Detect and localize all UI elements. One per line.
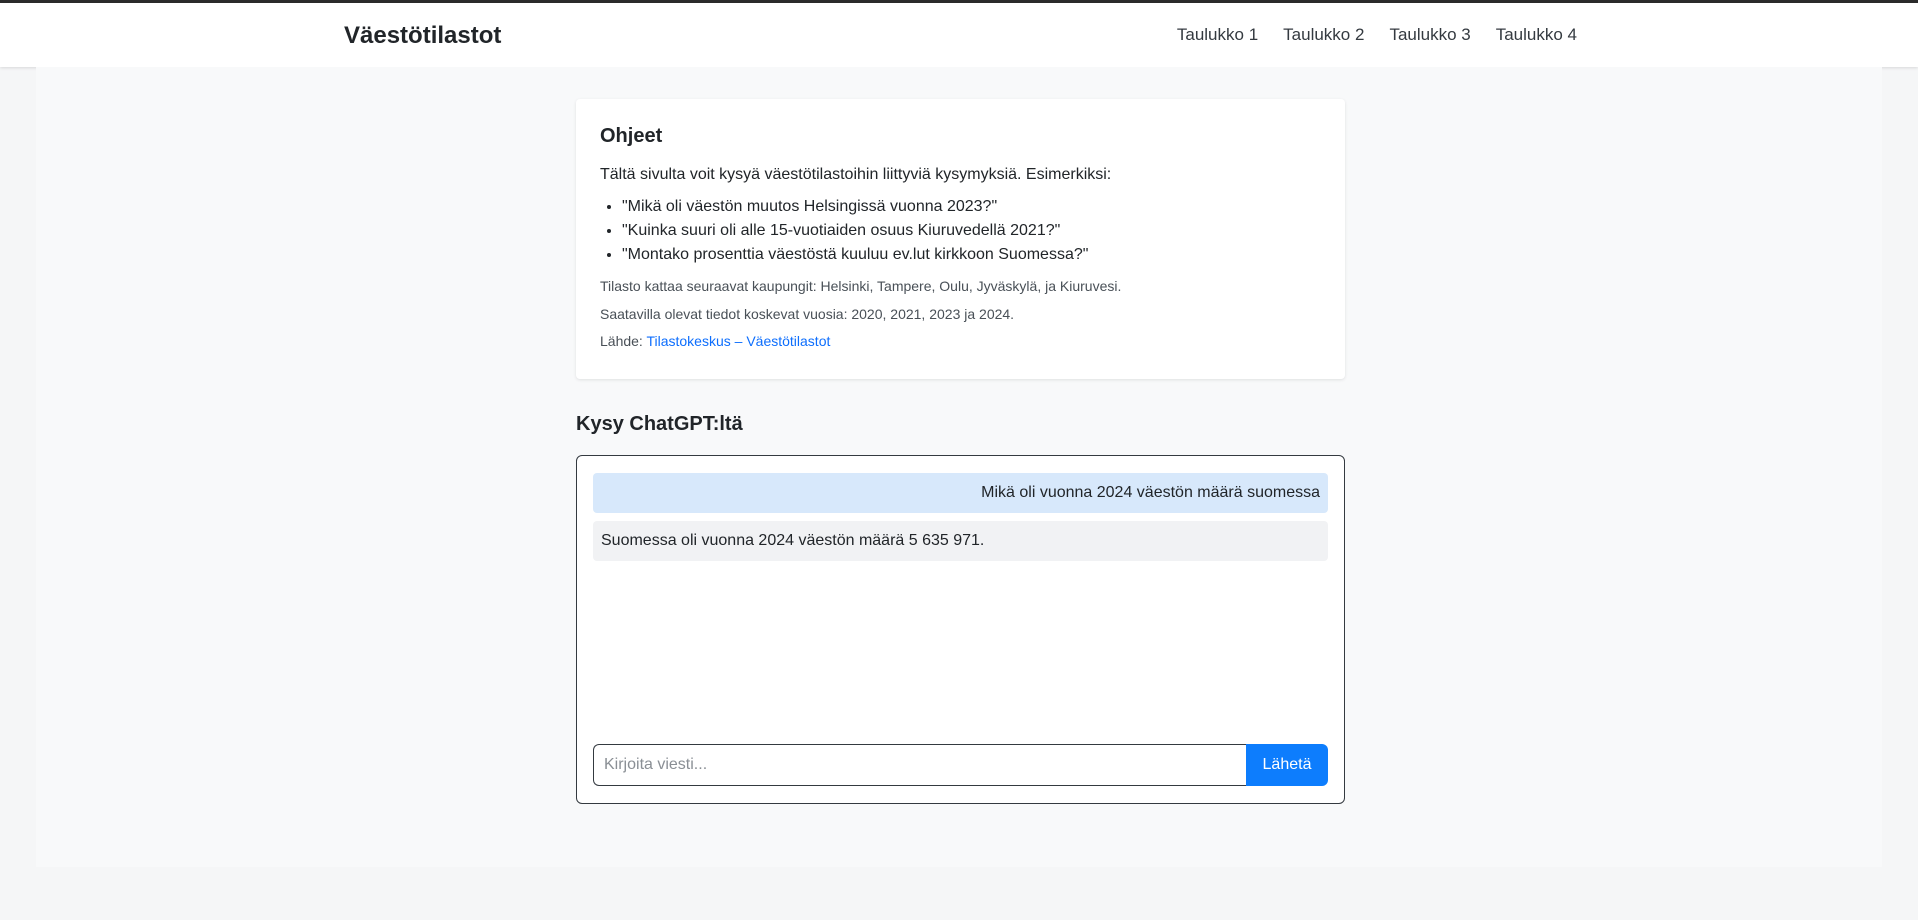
chat-title: Kysy ChatGPT:ltä bbox=[576, 413, 743, 435]
cities-note: Tilasto kattaa seuraavat kaupungit: Hels… bbox=[600, 278, 1122, 294]
chat-input-row: Lähetä bbox=[593, 744, 1328, 786]
send-button[interactable]: Lähetä bbox=[1246, 744, 1328, 786]
instructions-title: Ohjeet bbox=[600, 125, 663, 147]
example-item: "Mikä oli väestön muutos Helsingissä vuo… bbox=[622, 195, 1321, 219]
nav-links: Taulukko 1 Taulukko 2 Taulukko 3 Taulukk… bbox=[1177, 25, 1577, 45]
source-label: Lähde: bbox=[600, 333, 643, 349]
chat-box: Mikä oli vuonna 2024 väestön määrä suome… bbox=[576, 455, 1345, 804]
example-item: "Montako prosenttia väestöstä kuuluu ev.… bbox=[622, 243, 1321, 267]
nav-link-taulukko-4[interactable]: Taulukko 4 bbox=[1496, 25, 1577, 45]
instructions-intro: Tältä sivulta voit kysyä väestötilastoih… bbox=[600, 166, 1112, 183]
example-item: "Kuinka suuri oli alle 15-vuotiaiden osu… bbox=[622, 219, 1321, 243]
examples-list: "Mikä oli väestön muutos Helsingissä vuo… bbox=[622, 195, 1321, 267]
navbar: Väestötilastot Taulukko 1 Taulukko 2 Tau… bbox=[0, 3, 1918, 67]
source-line: Lähde: Tilastokeskus – Väestötilastot bbox=[600, 333, 1321, 349]
years-note: Saatavilla olevat tiedot koskevat vuosia… bbox=[600, 306, 1015, 322]
instructions-card: Ohjeet Tältä sivulta voit kysyä väestöti… bbox=[576, 99, 1345, 379]
brand-title[interactable]: Väestötilastot bbox=[344, 22, 501, 50]
message-input[interactable] bbox=[593, 744, 1246, 786]
nav-link-taulukko-2[interactable]: Taulukko 2 bbox=[1283, 25, 1364, 45]
nav-link-taulukko-1[interactable]: Taulukko 1 bbox=[1177, 25, 1258, 45]
source-link[interactable]: Tilastokeskus – Väestötilastot bbox=[646, 333, 830, 349]
assistant-message: Suomessa oli vuonna 2024 väestön määrä 5… bbox=[593, 521, 1328, 561]
user-message: Mikä oli vuonna 2024 väestön määrä suome… bbox=[593, 473, 1328, 513]
nav-link-taulukko-3[interactable]: Taulukko 3 bbox=[1389, 25, 1470, 45]
